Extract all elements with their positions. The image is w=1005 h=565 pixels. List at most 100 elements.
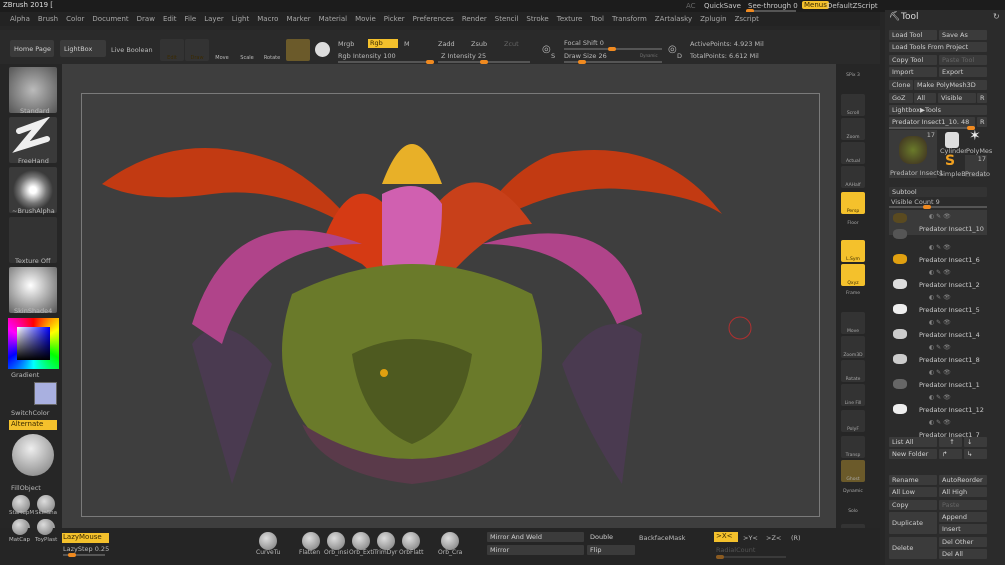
new-folder-button[interactable]: New Folder	[889, 449, 937, 459]
tray-spix-3-button[interactable]: SPix 3	[841, 68, 865, 78]
mat-toyplast-orb[interactable]	[37, 519, 53, 535]
zcut-button[interactable]: Zcut	[504, 40, 519, 48]
double-button[interactable]: Double	[587, 532, 635, 542]
menu-picker[interactable]: Picker	[384, 15, 405, 23]
material-sphere-button[interactable]	[286, 39, 310, 61]
paste-button[interactable]: Paste	[939, 500, 987, 510]
tray-floor-button[interactable]: Floor	[841, 216, 865, 226]
all-high-button[interactable]: All High	[939, 487, 987, 497]
append-button[interactable]: Append	[939, 512, 987, 522]
duplicate-button[interactable]: Duplicate	[889, 512, 937, 534]
autoreorder-button[interactable]: AutoReorder	[939, 475, 987, 485]
flip-button[interactable]: Flip	[587, 545, 635, 555]
lightbox-tools-button[interactable]: Lightbox▶Tools	[889, 105, 987, 115]
edit-button[interactable]: Edit	[160, 39, 184, 61]
folder-arrow-down-button[interactable]: ↳	[964, 449, 987, 459]
focal-shift-slider[interactable]: Focal Shift 0	[564, 39, 604, 47]
brush-orb-exti[interactable]	[352, 532, 370, 550]
fill-object-button[interactable]: FillObject	[11, 484, 41, 492]
tray-zoom-button[interactable]: Zoom	[841, 118, 865, 140]
menu-preferences[interactable]: Preferences	[413, 15, 454, 23]
brush-orb-insi[interactable]	[327, 532, 345, 550]
move-button[interactable]: Move	[210, 39, 234, 61]
sculptris-icon[interactable]	[315, 42, 330, 57]
brush-curvetu[interactable]	[259, 532, 277, 550]
menu-movie[interactable]: Movie	[355, 15, 376, 23]
move-down-button[interactable]: ↓	[964, 437, 987, 447]
visible-count-slider[interactable]: Visible Count 9	[891, 198, 940, 206]
subtool-visibility-icon[interactable]: ◐ ✎ 👁	[929, 344, 951, 351]
paste-tool-button[interactable]: Paste Tool	[939, 55, 987, 65]
menu-alpha[interactable]: Alpha	[10, 15, 30, 23]
simplebrush-icon[interactable]: S	[945, 153, 955, 169]
tray-frame-button[interactable]: Frame	[841, 286, 865, 296]
lazymouse-button[interactable]: LazyMouse	[62, 533, 109, 543]
z-intensity-slider[interactable]: Z Intensity 25	[441, 52, 486, 60]
live-boolean-button[interactable]: Live Boolean	[111, 46, 153, 54]
ac-label[interactable]: AC	[686, 2, 696, 10]
copy-button[interactable]: Copy	[889, 500, 937, 510]
menu-render[interactable]: Render	[462, 15, 487, 23]
lightbox-button[interactable]: LightBox	[60, 40, 106, 57]
draw-size-slider[interactable]: Draw Size 26	[564, 52, 607, 60]
delete-button[interactable]: Delete	[889, 537, 937, 559]
menu-marker[interactable]: Marker	[286, 15, 310, 23]
menu-edit[interactable]: Edit	[163, 15, 177, 23]
visible-count-track[interactable]	[889, 205, 987, 209]
alternate-button[interactable]: Alternate	[9, 420, 57, 430]
sym-radial-button[interactable]: (R)	[791, 534, 801, 542]
subtool-visibility-icon[interactable]: ◐ ✎ 👁	[929, 394, 951, 401]
canvas-viewport[interactable]	[62, 64, 836, 528]
list-all-button[interactable]: List All	[889, 437, 937, 447]
color-square[interactable]	[17, 327, 50, 360]
secondary-color-swatch[interactable]	[34, 382, 57, 405]
menu-tool[interactable]: Tool	[590, 15, 604, 23]
radial-count-slider[interactable]: RadialCount	[716, 546, 755, 554]
brush-orbflatt[interactable]	[402, 532, 420, 550]
menu-stencil[interactable]: Stencil	[495, 15, 519, 23]
rgb-intensity-slider[interactable]: Rgb Intensity 100	[338, 52, 396, 60]
del-other-button[interactable]: Del Other	[939, 537, 987, 547]
goz-button[interactable]: GoZ	[889, 93, 913, 103]
subtool-visibility-icon[interactable]: ◐ ✎ 👁	[929, 419, 951, 426]
color-picker[interactable]	[8, 318, 59, 369]
load-tool-button[interactable]: Load Tool	[889, 30, 937, 40]
tray-transp-button[interactable]: Transp	[841, 436, 865, 458]
menu-stroke[interactable]: Stroke	[526, 15, 548, 23]
mrgb-button[interactable]: Mrgb	[338, 40, 354, 48]
menu-zartalasky[interactable]: ZArtalasky	[655, 15, 692, 23]
m-button[interactable]: M	[404, 40, 410, 48]
tool-r-button[interactable]: R	[977, 117, 987, 127]
tray-ghost-button[interactable]: Ghost	[841, 460, 865, 482]
mirror-and-weld-button[interactable]: Mirror And Weld	[487, 532, 584, 542]
menu-color[interactable]: Color	[66, 15, 84, 23]
menu-transform[interactable]: Transform	[612, 15, 647, 23]
sym-z-button[interactable]: >Z<	[766, 534, 781, 542]
goz-all-button[interactable]: All	[914, 93, 936, 103]
clone-button[interactable]: Clone	[889, 80, 913, 90]
subtool-visibility-icon[interactable]: ◐ ✎ 👁	[929, 213, 951, 220]
del-all-button[interactable]: Del All	[939, 549, 987, 559]
subtool-visibility-icon[interactable]: ◐ ✎ 👁	[929, 319, 951, 326]
polymesh-star-icon[interactable]: ✶	[969, 128, 981, 144]
export-button[interactable]: Export	[939, 67, 987, 77]
menu-file[interactable]: File	[185, 15, 197, 23]
gradient-label[interactable]: Gradient	[11, 371, 39, 379]
copy-tool-button[interactable]: Copy Tool	[889, 55, 937, 65]
radial-count-track[interactable]	[716, 555, 786, 559]
save-as-button[interactable]: Save As	[939, 30, 987, 40]
dynamic-button[interactable]: Dynamic	[640, 53, 658, 58]
brush-flatten[interactable]	[302, 532, 320, 550]
menu-light[interactable]: Light	[232, 15, 249, 23]
goz-visible-button[interactable]: Visible	[938, 93, 976, 103]
menu-macro[interactable]: Macro	[257, 15, 278, 23]
focal-shift-track[interactable]	[564, 47, 662, 51]
menu-zplugin[interactable]: Zplugin	[700, 15, 726, 23]
subtool-visibility-icon[interactable]: ◐ ✎ 👁	[929, 369, 951, 376]
menu-texture[interactable]: Texture	[557, 15, 583, 23]
sym-x-button[interactable]: >X<	[714, 532, 738, 542]
z-intensity-track[interactable]	[438, 60, 530, 64]
lazystep-slider[interactable]: LazyStep 0.25	[63, 545, 109, 553]
subtool-visibility-icon[interactable]: ◐ ✎ 👁	[929, 269, 951, 276]
rgb-intensity-track[interactable]	[338, 60, 434, 64]
